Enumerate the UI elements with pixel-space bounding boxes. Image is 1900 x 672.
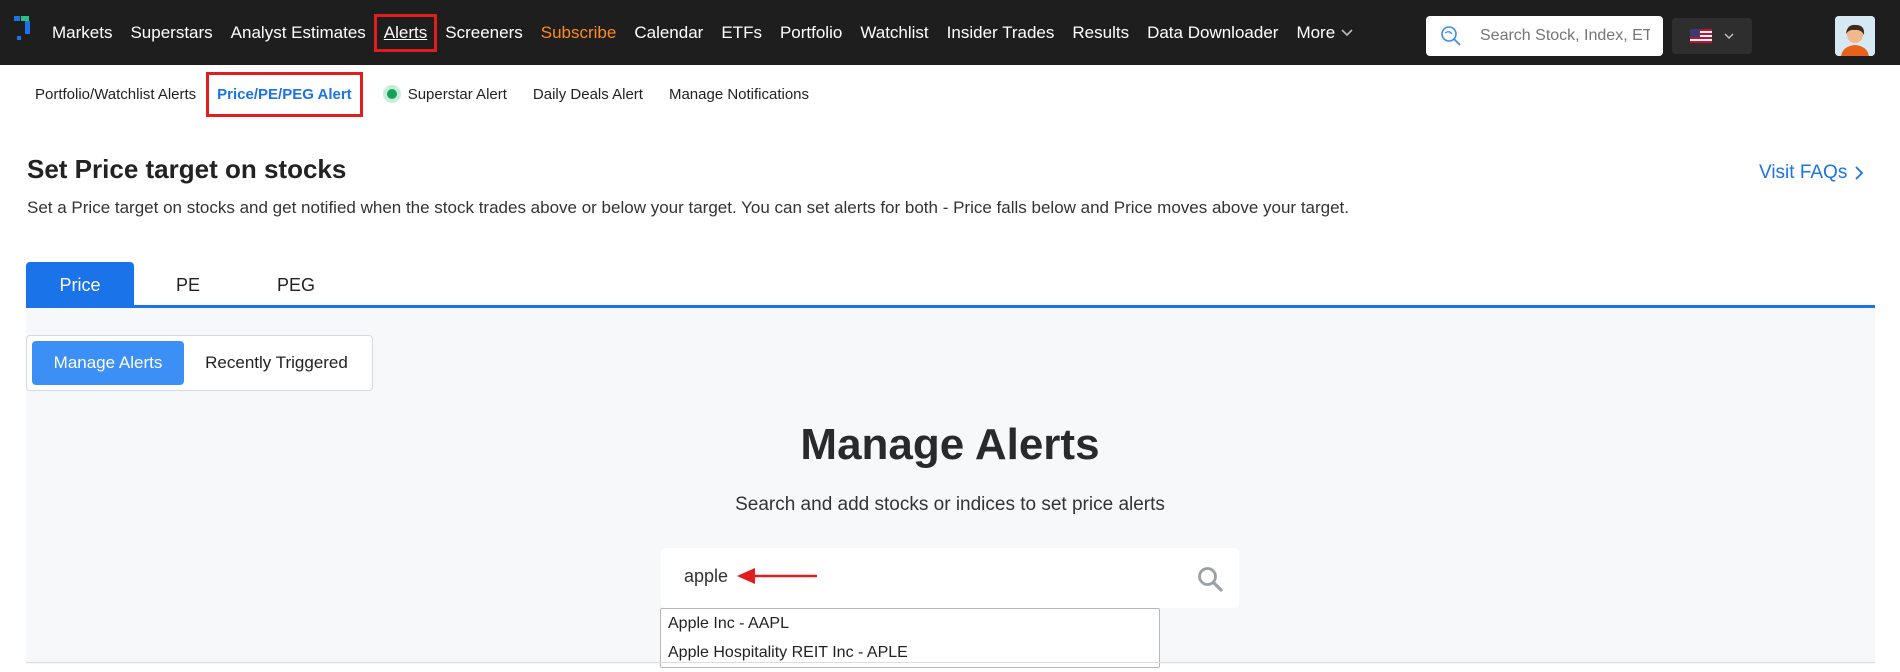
chevron-down-icon [1341, 28, 1353, 36]
alerts-subnav: Portfolio/Watchlist Alerts Price/PE/PEG … [0, 65, 1900, 123]
tab-pe[interactable]: PE [134, 262, 242, 308]
global-search-input[interactable] [1480, 27, 1650, 45]
tab-peg[interactable]: PEG [242, 262, 350, 308]
subnav-portfolio-watchlist-alerts[interactable]: Portfolio/Watchlist Alerts [35, 86, 196, 103]
nav-screeners[interactable]: Screeners [445, 23, 522, 43]
status-dot-icon [382, 85, 401, 103]
nav-alerts[interactable]: Alerts [373, 13, 438, 52]
nav-etfs[interactable]: ETFs [721, 23, 762, 43]
nav-results[interactable]: Results [1072, 23, 1129, 43]
nav-calendar[interactable]: Calendar [634, 23, 703, 43]
alerts-view-toggle: Manage Alerts Recently Triggered [26, 335, 373, 391]
subnav-daily-deals-alert[interactable]: Daily Deals Alert [533, 86, 643, 103]
recently-triggered-button[interactable]: Recently Triggered [184, 341, 369, 385]
logo-icon[interactable] [12, 14, 38, 42]
country-selector[interactable] [1672, 18, 1752, 54]
red-arrow-icon [737, 568, 817, 584]
search-icon [1441, 26, 1461, 46]
manage-alerts-subtitle: Search and add stocks or indices to set … [735, 494, 1165, 515]
page-description: Set a Price target on stocks and get not… [27, 198, 1350, 217]
visit-faqs-link[interactable]: Visit FAQs [1759, 162, 1864, 184]
nav-subscribe[interactable]: Subscribe [541, 23, 617, 43]
metric-tabs: Price PE PEG [26, 262, 350, 308]
nav-portfolio[interactable]: Portfolio [780, 23, 842, 43]
top-navbar: Markets Superstars Analyst Estimates Ale… [0, 0, 1900, 65]
nav-markets[interactable]: Markets [52, 23, 112, 43]
chevron-down-icon [1724, 32, 1734, 39]
visit-faqs-label: Visit FAQs [1759, 162, 1848, 183]
subnav-superstar-label: Superstar Alert [407, 85, 507, 103]
subnav-manage-notifications[interactable]: Manage Notifications [669, 86, 809, 103]
chevron-right-icon [1855, 166, 1864, 180]
global-search[interactable] [1426, 16, 1663, 56]
search-results-dropdown: Apple Inc - AAPL Apple Hospitality REIT … [660, 608, 1160, 668]
nav-more[interactable]: More [1296, 23, 1353, 43]
page-title: Set Price target on stocks [27, 154, 347, 184]
user-avatar[interactable] [1835, 16, 1875, 56]
main-menu: Markets Superstars Analyst Estimates Ale… [52, 0, 1371, 65]
nav-more-label: More [1296, 22, 1336, 42]
us-flag-icon [1690, 29, 1712, 43]
nav-superstars[interactable]: Superstars [130, 23, 212, 43]
nav-insider-trades[interactable]: Insider Trades [947, 23, 1055, 43]
search-icon[interactable] [1197, 566, 1223, 592]
nav-data-downloader[interactable]: Data Downloader [1147, 23, 1278, 43]
nav-watchlist[interactable]: Watchlist [860, 23, 928, 43]
stock-search-input[interactable]: apple [684, 566, 728, 587]
tab-price[interactable]: Price [26, 262, 134, 308]
search-result-item[interactable]: Apple Inc - AAPL [661, 609, 1159, 638]
manage-alerts-button[interactable]: Manage Alerts [32, 341, 184, 385]
subnav-price-pe-peg-alert[interactable]: Price/PE/PEG Alert [206, 71, 363, 117]
nav-analyst-estimates[interactable]: Analyst Estimates [231, 23, 366, 43]
divider [26, 662, 1875, 663]
subnav-superstar-alert[interactable]: Superstar Alert [382, 85, 507, 103]
stock-search-field[interactable]: apple [661, 548, 1239, 608]
manage-alerts-heading: Manage Alerts [800, 420, 1100, 469]
